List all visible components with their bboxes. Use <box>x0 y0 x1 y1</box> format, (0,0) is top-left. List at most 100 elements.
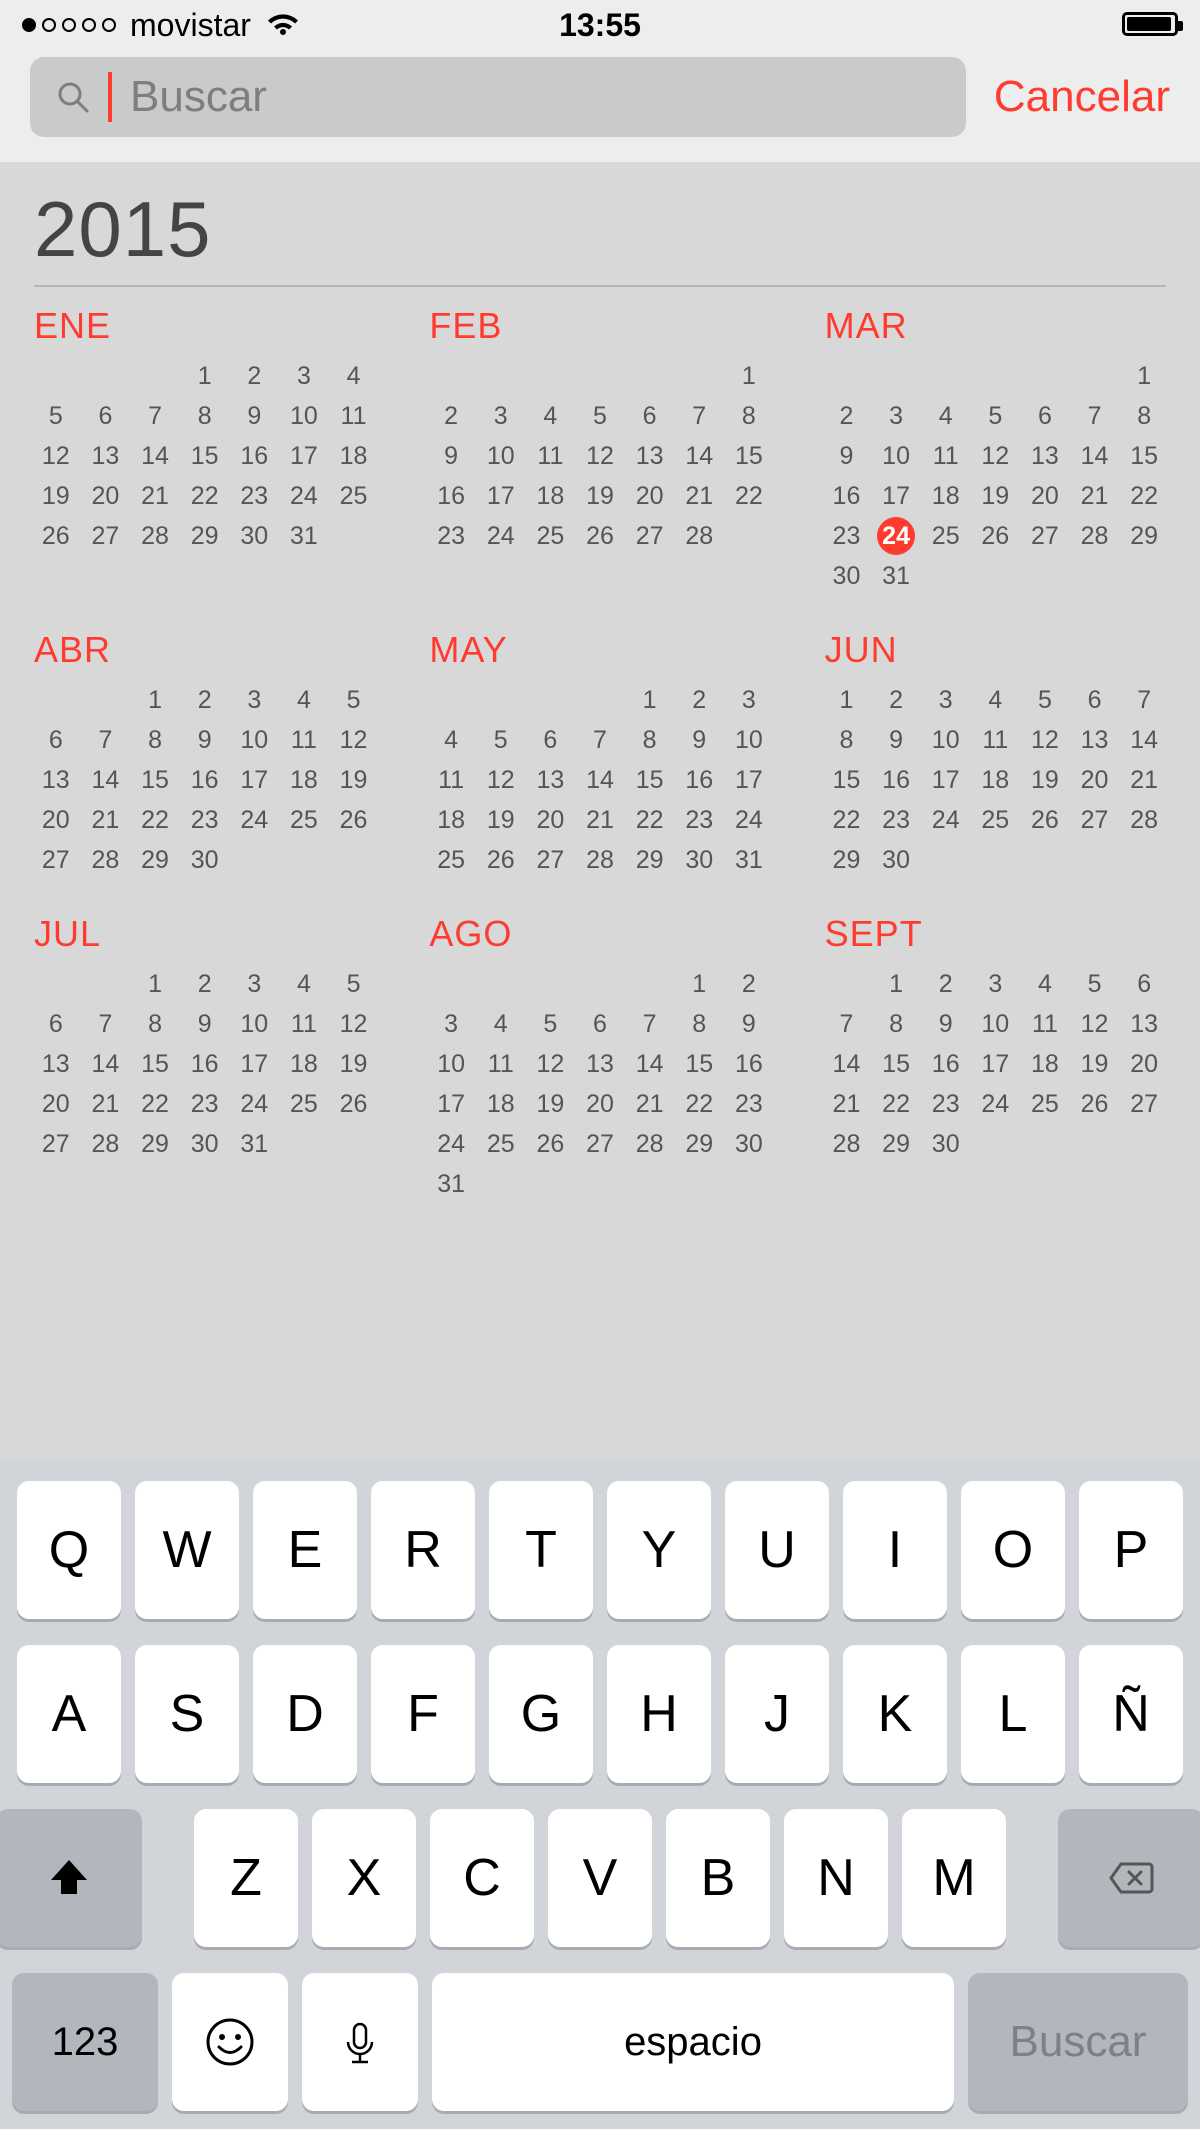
day-cell[interactable]: 29 <box>677 1127 721 1161</box>
day-cell[interactable]: 23 <box>183 803 227 837</box>
day-cell[interactable]: 11 <box>1023 1007 1067 1041</box>
day-cell[interactable]: 17 <box>924 763 968 797</box>
day-cell[interactable]: 26 <box>34 519 78 553</box>
day-cell[interactable]: 8 <box>133 1007 177 1041</box>
day-cell[interactable]: 11 <box>974 723 1018 757</box>
day-cell[interactable]: 1 <box>874 967 918 1001</box>
day-cell[interactable]: 7 <box>1122 683 1166 717</box>
day-cell[interactable]: 10 <box>282 399 326 433</box>
day-cell[interactable]: 24 <box>232 1087 276 1121</box>
day-cell[interactable]: 14 <box>825 1047 869 1081</box>
day-cell[interactable]: 16 <box>429 479 473 513</box>
day-cell[interactable]: 2 <box>429 399 473 433</box>
day-cell[interactable]: 20 <box>34 1087 78 1121</box>
key-b[interactable]: B <box>666 1809 770 1947</box>
day-cell[interactable]: 13 <box>84 439 128 473</box>
month-jul[interactable]: JUL1234567891011121314151617181920212223… <box>34 913 375 1201</box>
day-cell[interactable]: 6 <box>84 399 128 433</box>
day-cell[interactable]: 18 <box>429 803 473 837</box>
day-cell[interactable]: 24 <box>727 803 771 837</box>
day-cell[interactable]: 12 <box>529 1047 573 1081</box>
day-cell[interactable]: 8 <box>133 723 177 757</box>
day-cell[interactable]: 30 <box>825 559 869 593</box>
day-cell[interactable]: 4 <box>479 1007 523 1041</box>
day-cell[interactable]: 18 <box>974 763 1018 797</box>
day-cell[interactable]: 27 <box>628 519 672 553</box>
day-cell[interactable]: 26 <box>1023 803 1067 837</box>
day-cell[interactable]: 4 <box>332 359 376 393</box>
day-cell[interactable]: 9 <box>677 723 721 757</box>
day-cell[interactable]: 7 <box>84 1007 128 1041</box>
key-p[interactable]: P <box>1079 1481 1183 1619</box>
day-cell[interactable]: 5 <box>479 723 523 757</box>
day-cell[interactable]: 4 <box>924 399 968 433</box>
day-cell[interactable]: 12 <box>578 439 622 473</box>
day-cell[interactable]: 7 <box>628 1007 672 1041</box>
day-cell[interactable]: 2 <box>183 683 227 717</box>
day-cell[interactable]: 20 <box>578 1087 622 1121</box>
key-d[interactable]: D <box>253 1645 357 1783</box>
day-cell[interactable]: 8 <box>628 723 672 757</box>
day-cell[interactable]: 31 <box>282 519 326 553</box>
day-cell[interactable]: 16 <box>183 763 227 797</box>
day-cell[interactable]: 29 <box>825 843 869 877</box>
shift-key[interactable] <box>0 1809 142 1947</box>
day-cell[interactable]: 29 <box>183 519 227 553</box>
day-cell[interactable]: 3 <box>282 359 326 393</box>
day-cell[interactable]: 5 <box>332 967 376 1001</box>
day-cell[interactable]: 5 <box>578 399 622 433</box>
day-cell[interactable]: 18 <box>924 479 968 513</box>
day-cell[interactable]: 22 <box>133 1087 177 1121</box>
key-g[interactable]: G <box>489 1645 593 1783</box>
key-r[interactable]: R <box>371 1481 475 1619</box>
day-cell[interactable]: 16 <box>677 763 721 797</box>
day-cell[interactable]: 14 <box>578 763 622 797</box>
day-cell[interactable]: 13 <box>34 763 78 797</box>
backspace-key[interactable] <box>1058 1809 1200 1947</box>
day-cell[interactable]: 25 <box>529 519 573 553</box>
day-cell[interactable]: 12 <box>974 439 1018 473</box>
day-cell[interactable]: 24 <box>429 1127 473 1161</box>
day-cell[interactable]: 1 <box>133 683 177 717</box>
day-cell[interactable]: 13 <box>34 1047 78 1081</box>
day-cell[interactable]: 6 <box>628 399 672 433</box>
day-cell[interactable]: 6 <box>1122 967 1166 1001</box>
day-cell[interactable]: 14 <box>84 1047 128 1081</box>
day-cell[interactable]: 21 <box>133 479 177 513</box>
day-cell[interactable]: 23 <box>924 1087 968 1121</box>
day-cell[interactable]: 8 <box>825 723 869 757</box>
day-cell[interactable]: 9 <box>183 723 227 757</box>
day-cell[interactable]: 15 <box>1122 439 1166 473</box>
day-cell[interactable]: 1 <box>133 967 177 1001</box>
day-cell[interactable]: 20 <box>529 803 573 837</box>
day-cell[interactable]: 15 <box>133 763 177 797</box>
day-cell[interactable]: 17 <box>727 763 771 797</box>
day-cell[interactable]: 9 <box>183 1007 227 1041</box>
day-cell[interactable]: 2 <box>924 967 968 1001</box>
day-cell[interactable]: 12 <box>332 1007 376 1041</box>
key-k[interactable]: K <box>843 1645 947 1783</box>
day-cell[interactable]: 6 <box>529 723 573 757</box>
day-cell[interactable]: 26 <box>578 519 622 553</box>
month-sept[interactable]: SEPT123456789101112131415161718192021222… <box>825 913 1166 1201</box>
day-cell[interactable]: 15 <box>133 1047 177 1081</box>
day-cell[interactable]: 4 <box>974 683 1018 717</box>
day-cell[interactable]: 14 <box>677 439 721 473</box>
day-cell[interactable]: 14 <box>628 1047 672 1081</box>
day-cell[interactable]: 25 <box>924 519 968 553</box>
day-cell[interactable]: 1 <box>825 683 869 717</box>
calendar-year-view[interactable]: 2015 ENE12345678910111213141516171819202… <box>0 162 1200 1244</box>
day-cell[interactable]: 10 <box>479 439 523 473</box>
day-cell[interactable]: 3 <box>232 683 276 717</box>
day-cell[interactable]: 13 <box>628 439 672 473</box>
day-cell[interactable]: 23 <box>727 1087 771 1121</box>
day-cell[interactable]: 3 <box>727 683 771 717</box>
day-cell[interactable]: 10 <box>727 723 771 757</box>
space-key[interactable]: espacio <box>432 1973 954 2111</box>
day-cell[interactable]: 19 <box>1073 1047 1117 1081</box>
day-cell[interactable]: 18 <box>282 1047 326 1081</box>
day-cell[interactable]: 19 <box>332 1047 376 1081</box>
day-cell[interactable]: 21 <box>628 1087 672 1121</box>
day-cell[interactable]: 20 <box>34 803 78 837</box>
day-cell[interactable]: 5 <box>1073 967 1117 1001</box>
